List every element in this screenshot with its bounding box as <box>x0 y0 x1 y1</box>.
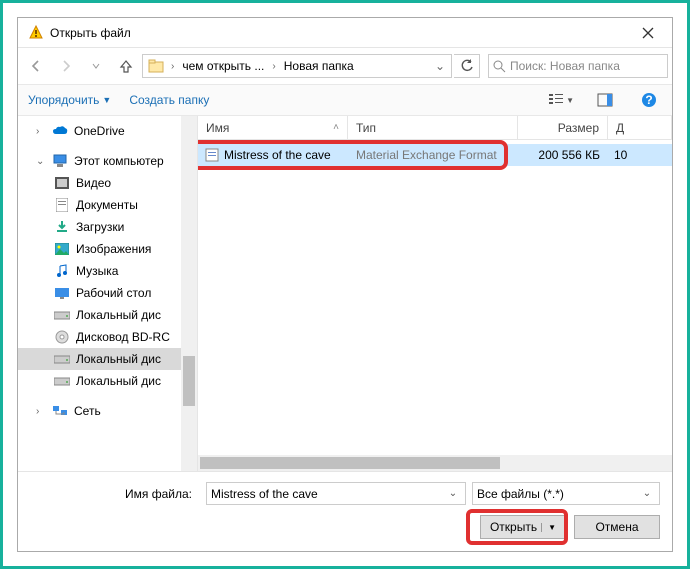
svg-text:?: ? <box>645 93 652 107</box>
forward-button[interactable] <box>52 54 80 78</box>
file-list[interactable]: Mistress of the cave Material Exchange F… <box>198 140 672 471</box>
chevron-down-icon: ⌄ <box>445 488 461 499</box>
pictures-icon <box>54 241 70 257</box>
search-icon <box>493 60 506 73</box>
drive-icon <box>54 307 70 323</box>
toolbar: Упорядочить▼ Создать папку ▼ ? <box>18 84 672 116</box>
recent-dropdown[interactable] <box>82 54 110 78</box>
folder-icon <box>145 59 167 73</box>
filetype-filter[interactable]: Все файлы (*.*)⌄ <box>472 482 660 505</box>
disc-icon <box>54 329 70 345</box>
filename-input[interactable]: Mistress of the cave⌄ <box>206 482 466 505</box>
organize-menu[interactable]: Упорядочить▼ <box>28 93 111 107</box>
new-folder-button[interactable]: Создать папку <box>129 93 209 107</box>
column-date[interactable]: Д <box>608 116 672 139</box>
breadcrumb[interactable]: › чем открыть ... › Новая папка ⌄ <box>142 54 452 78</box>
document-icon <box>54 197 70 213</box>
breadcrumb-sep: › <box>268 61 279 72</box>
app-icon <box>28 25 44 41</box>
sidebar-item-localdisk-selected[interactable]: Локальный дис <box>18 348 197 370</box>
sidebar-item-localdisk[interactable]: Локальный дис <box>18 370 197 392</box>
help-button[interactable]: ? <box>636 89 662 111</box>
view-menu[interactable]: ▼ <box>548 89 574 111</box>
breadcrumb-seg-1[interactable]: чем открыть ... <box>178 59 268 73</box>
sidebar-item-network[interactable]: ›Сеть <box>18 400 197 422</box>
column-headers: Имя˄ Тип Размер Д <box>198 116 672 140</box>
preview-pane-button[interactable] <box>592 89 618 111</box>
sidebar-item-onedrive[interactable]: ›OneDrive <box>18 120 197 142</box>
pc-icon <box>52 153 68 169</box>
open-file-dialog: Открыть файл › чем открыть ... › Новая п… <box>17 17 673 552</box>
sidebar-item-bdrom[interactable]: Дисковод BD-RC <box>18 326 197 348</box>
filename-label: Имя файла: <box>30 487 200 501</box>
up-button[interactable] <box>112 54 140 78</box>
sidebar-item-downloads[interactable]: Загрузки <box>18 216 197 238</box>
column-name[interactable]: Имя˄ <box>198 116 348 139</box>
titlebar: Открыть файл <box>18 18 672 48</box>
breadcrumb-dropdown[interactable]: ⌄ <box>431 59 449 73</box>
sidebar-item-videos[interactable]: Видео <box>18 172 197 194</box>
file-date: 10 <box>608 148 672 162</box>
sidebar-item-thispc[interactable]: ⌄Этот компьютер <box>18 150 197 172</box>
bottom-panel: Имя файла: Mistress of the cave⌄ Все фай… <box>18 471 672 551</box>
file-type: Material Exchange Format <box>348 148 518 162</box>
close-button[interactable] <box>628 18 668 48</box>
file-list-pane: Имя˄ Тип Размер Д Mistress of the cave M… <box>198 116 672 471</box>
desktop-icon <box>54 285 70 301</box>
sidebar-item-documents[interactable]: Документы <box>18 194 197 216</box>
refresh-button[interactable] <box>454 54 480 78</box>
drive-icon <box>54 373 70 389</box>
video-icon <box>54 175 70 191</box>
cancel-button[interactable]: Отмена <box>574 515 660 539</box>
column-size[interactable]: Размер <box>518 116 608 139</box>
file-size: 200 556 КБ <box>518 148 608 162</box>
chevron-down-icon: ⌄ <box>639 488 655 499</box>
breadcrumb-seg-2[interactable]: Новая папка <box>280 59 358 73</box>
sidebar-scrollbar[interactable] <box>181 116 197 471</box>
navigation-bar: › чем открыть ... › Новая папка ⌄ Поиск:… <box>18 48 672 84</box>
file-icon <box>204 147 220 163</box>
sidebar-item-music[interactable]: Музыка <box>18 260 197 282</box>
sidebar: ›OneDrive ⌄Этот компьютер Видео Документ… <box>18 116 198 471</box>
music-icon <box>54 263 70 279</box>
sidebar-item-desktop[interactable]: Рабочий стол <box>18 282 197 304</box>
download-icon <box>54 219 70 235</box>
column-type[interactable]: Тип <box>348 116 518 139</box>
window-title: Открыть файл <box>50 26 628 40</box>
file-row[interactable]: Mistress of the cave Material Exchange F… <box>198 144 672 166</box>
network-icon <box>52 403 68 419</box>
sidebar-item-pictures[interactable]: Изображения <box>18 238 197 260</box>
search-placeholder: Поиск: Новая папка <box>510 59 620 73</box>
breadcrumb-sep: › <box>167 61 178 72</box>
search-input[interactable]: Поиск: Новая папка <box>488 54 668 78</box>
file-name: Mistress of the cave <box>224 148 331 162</box>
cloud-icon <box>52 123 68 139</box>
back-button[interactable] <box>22 54 50 78</box>
sidebar-item-localdisk[interactable]: Локальный дис <box>18 304 197 326</box>
horizontal-scrollbar[interactable] <box>198 455 672 471</box>
drive-icon <box>54 351 70 367</box>
open-button[interactable]: Открыть▼ <box>480 515 566 539</box>
